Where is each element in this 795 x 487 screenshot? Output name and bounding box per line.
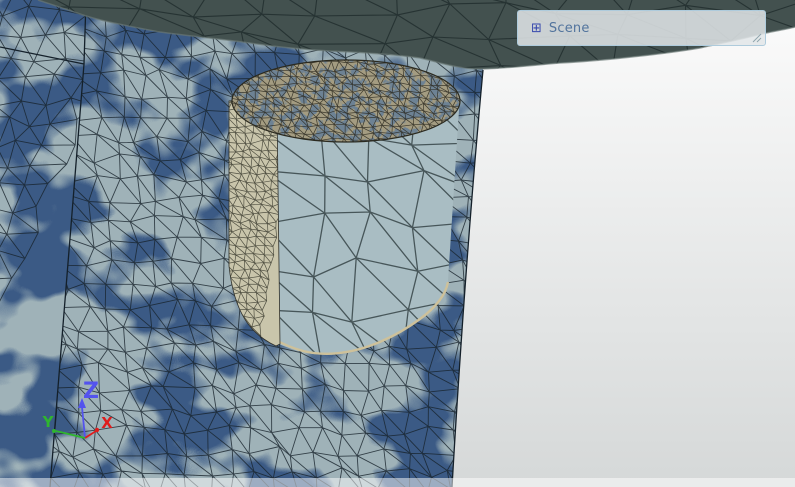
z-axis-label: Z [83,379,99,404]
x-axis-label: X [101,414,113,432]
3d-viewport[interactable]: Z X Y ⊞ Scene [0,0,795,487]
scene-panel[interactable]: ⊞ Scene [517,10,766,46]
x-axis-tip [94,427,100,433]
scene-panel-title: Scene [548,20,590,36]
panel-resize-handle[interactable] [751,32,762,43]
y-axis-label: Y [42,413,55,431]
viewport-canvas[interactable]: Z X Y [0,0,795,487]
bottom-overlay-bar [0,478,795,487]
expand-plus-icon[interactable]: ⊞ [531,22,542,35]
